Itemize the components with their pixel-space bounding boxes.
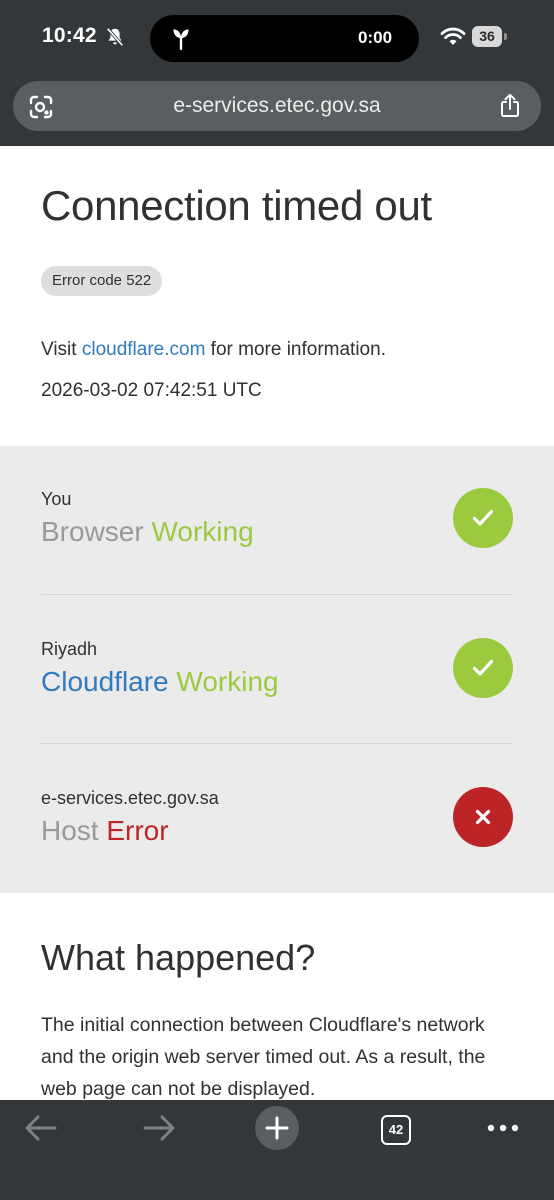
what-happened-title: What happened? — [41, 937, 316, 978]
error-code-badge: Error code 522 — [41, 266, 163, 296]
status-row-location: Riyadh — [41, 639, 98, 659]
bell-slash-icon — [106, 27, 124, 47]
battery-cap — [504, 33, 507, 40]
status-row-location: You — [41, 489, 72, 509]
check-icon — [472, 509, 494, 526]
visit-prefix: Visit — [41, 339, 82, 360]
status-row-name: Browser — [41, 516, 144, 547]
cloudflare-link[interactable]: cloudflare.com — [82, 339, 206, 360]
status-row-title: Cloudflare Working — [41, 666, 279, 698]
more-icon[interactable] — [487, 1122, 519, 1134]
status-row-state: Working — [176, 666, 279, 697]
battery-icon: 36 — [472, 26, 502, 47]
close-icon — [475, 809, 491, 825]
visit-suffix: for more information. — [205, 339, 386, 360]
status-row-title: Browser Working — [41, 516, 254, 548]
status-ok-indicator — [453, 488, 513, 548]
status-row-cloudflare: Riyadh Cloudflare Working — [41, 596, 513, 746]
status-error-indicator — [453, 787, 513, 847]
status-row-title: Host Error — [41, 815, 169, 847]
visit-info-line: Visit cloudflare.com for more informatio… — [41, 339, 386, 361]
new-tab-plus-icon[interactable] — [265, 1116, 289, 1140]
tabs-button[interactable]: 42 — [381, 1115, 411, 1145]
status-row-location: e-services.etec.gov.sa — [41, 788, 219, 808]
battery-level: 36 — [479, 28, 495, 44]
status-divider — [41, 594, 513, 595]
status-row-browser: You Browser Working — [41, 446, 513, 596]
url-text[interactable]: e-services.etec.gov.sa — [0, 94, 554, 118]
status-row-name: Cloudflare — [41, 666, 169, 697]
status-divider — [41, 743, 513, 744]
plant-icon — [173, 29, 189, 51]
status-row-host: e-services.etec.gov.sa Host Error — [41, 745, 513, 895]
share-icon[interactable] — [498, 93, 522, 119]
island-timer: 0:00 — [358, 28, 393, 47]
page-title: Connection timed out — [41, 182, 432, 229]
status-time: 10:42 — [42, 24, 97, 47]
forward-arrow-icon[interactable] — [142, 1114, 176, 1142]
error-timestamp: 2026-03-02 07:42:51 UTC — [41, 380, 262, 401]
status-ok-indicator — [453, 638, 513, 698]
status-row-state: Error — [106, 815, 169, 846]
status-row-state: Working — [151, 516, 254, 547]
status-row-name: Host — [41, 815, 99, 846]
check-icon — [472, 659, 494, 676]
what-happened-body: The initial connection between Cloudflar… — [41, 1014, 486, 1100]
wifi-icon — [440, 27, 466, 45]
back-arrow-icon[interactable] — [24, 1114, 58, 1142]
